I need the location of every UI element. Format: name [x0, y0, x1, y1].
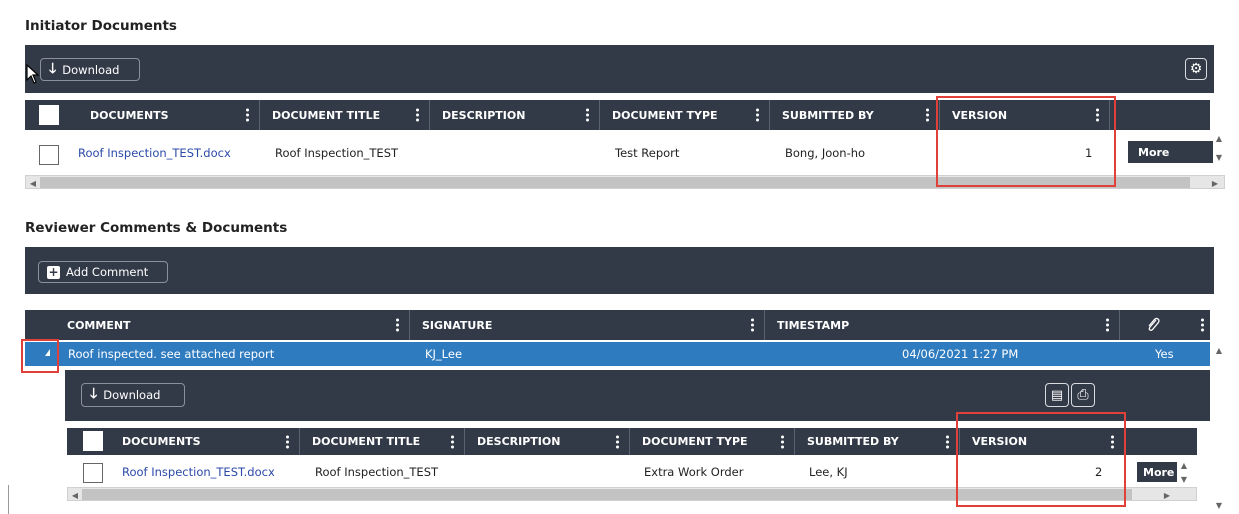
col-document-title[interactable]: DOCUMENT TITLE: [300, 428, 465, 455]
column-menu-icon[interactable]: [616, 433, 619, 450]
initiator-toolbar: 🡓 Download ⚙: [25, 45, 1214, 93]
comment-row[interactable]: Roof inspected. see attached report KJ_L…: [25, 342, 1210, 366]
scroll-up-icon[interactable]: ▲: [1212, 345, 1226, 355]
reviewer-toolbar: + Add Comment: [25, 247, 1214, 294]
col-submitted-by[interactable]: SUBMITTED BY: [770, 100, 940, 130]
print-button[interactable]: ⎙: [1071, 383, 1095, 407]
column-menu-icon[interactable]: [781, 433, 784, 450]
list-view-button[interactable]: ▤: [1045, 383, 1069, 407]
scroll-down-icon[interactable]: ▼: [1212, 152, 1226, 162]
row-checkbox[interactable]: [39, 145, 59, 165]
col-document-title[interactable]: DOCUMENT TITLE: [260, 100, 430, 130]
plus-square-icon: +: [47, 265, 60, 279]
printer-icon: ⎙: [1077, 387, 1089, 403]
timestamp-value: 04/06/2021 1:27 PM: [902, 347, 1019, 361]
add-comment-button[interactable]: + Add Comment: [38, 261, 168, 283]
nested-download-button[interactable]: 🡓 Download: [81, 383, 185, 407]
scroll-up-icon[interactable]: ▲: [1212, 133, 1226, 143]
list-icon: ▤: [1050, 387, 1064, 403]
column-menu-icon[interactable]: [1201, 317, 1204, 334]
initiator-download-button[interactable]: 🡓 Download: [40, 58, 140, 81]
col-signature[interactable]: SIGNATURE: [410, 310, 765, 340]
scroll-up-icon[interactable]: ▲: [1178, 460, 1190, 470]
document-title: Roof Inspection_TEST: [315, 465, 439, 479]
column-menu-icon[interactable]: [586, 107, 589, 124]
col-document-type[interactable]: DOCUMENT TYPE: [630, 428, 795, 455]
paperclip-icon: [1145, 316, 1163, 334]
scroll-left-icon[interactable]: ◀: [70, 489, 80, 501]
more-button[interactable]: More: [1128, 141, 1213, 163]
document-link[interactable]: Roof Inspection_TEST.docx: [122, 458, 275, 486]
column-menu-icon[interactable]: [416, 107, 419, 124]
expand-highlight: [21, 339, 59, 373]
signature-value: KJ_Lee: [425, 347, 463, 361]
document-type: Extra Work Order: [644, 465, 744, 479]
settings-button[interactable]: ⚙: [1185, 58, 1207, 80]
column-menu-icon[interactable]: [1106, 317, 1109, 334]
version-highlight: [956, 412, 1126, 507]
more-button[interactable]: More: [1137, 462, 1177, 482]
gear-icon: ⚙: [1189, 61, 1203, 77]
row-checkbox[interactable]: [83, 463, 103, 483]
document-link[interactable]: Roof Inspection_TEST.docx: [78, 133, 231, 173]
col-comment[interactable]: COMMENT: [55, 310, 410, 340]
expand-column-header: [25, 310, 55, 340]
download-arrow-icon: 🡓: [49, 60, 57, 77]
column-menu-icon[interactable]: [946, 433, 949, 450]
scroll-right-icon[interactable]: ▶: [1162, 489, 1172, 501]
column-menu-icon[interactable]: [926, 107, 929, 124]
select-all-checkbox[interactable]: [39, 105, 59, 125]
scroll-down-icon[interactable]: ▼: [1178, 474, 1190, 484]
mouse-cursor-icon: [26, 63, 40, 84]
scroll-right-icon[interactable]: ▶: [1210, 177, 1220, 189]
col-description[interactable]: DESCRIPTION: [465, 428, 630, 455]
column-menu-icon[interactable]: [756, 107, 759, 124]
select-all-checkbox[interactable]: [83, 431, 103, 451]
divider: [8, 485, 9, 514]
col-timestamp[interactable]: TIMESTAMP: [765, 310, 1120, 340]
scroll-down-icon[interactable]: ▼: [1212, 500, 1226, 510]
download-arrow-icon: 🡓: [90, 386, 98, 402]
col-submitted-by[interactable]: SUBMITTED BY: [795, 428, 960, 455]
column-menu-icon[interactable]: [451, 433, 454, 450]
attachment-flag: Yes: [1155, 347, 1174, 361]
document-type: Test Report: [615, 146, 680, 160]
column-menu-icon[interactable]: [286, 433, 289, 450]
col-document-type[interactable]: DOCUMENT TYPE: [600, 100, 770, 130]
column-menu-icon[interactable]: [396, 317, 399, 334]
initiator-section-title: Initiator Documents: [25, 18, 177, 34]
col-documents[interactable]: DOCUMENTS: [78, 100, 260, 130]
scroll-left-icon[interactable]: ◀: [28, 177, 38, 189]
comments-table-header: COMMENT SIGNATURE TIMESTAMP: [55, 310, 1210, 340]
document-title: Roof Inspection_TEST: [275, 146, 399, 160]
submitted-by: Bong, Joon-ho: [785, 146, 866, 160]
col-description[interactable]: DESCRIPTION: [430, 100, 600, 130]
reviewer-section-title: Reviewer Comments & Documents: [25, 220, 288, 236]
column-menu-icon[interactable]: [246, 107, 249, 124]
version-highlight: [936, 96, 1116, 187]
column-menu-icon[interactable]: [751, 317, 754, 334]
col-documents[interactable]: DOCUMENTS: [110, 428, 300, 455]
submitted-by: Lee, KJ: [809, 465, 848, 479]
comment-text: Roof inspected. see attached report: [68, 347, 275, 361]
